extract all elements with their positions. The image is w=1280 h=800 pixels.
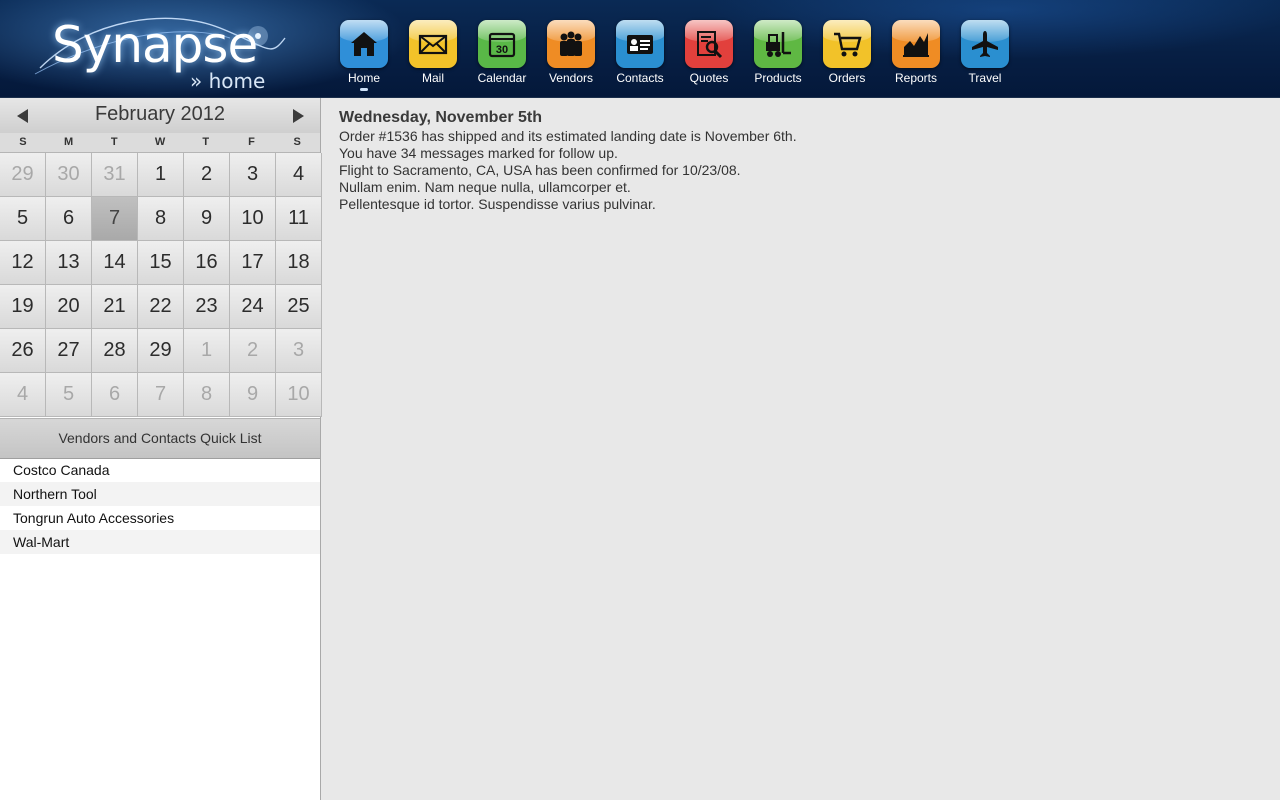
calendar-icon-text: 30 [496, 44, 508, 56]
calendar-day[interactable]: 25 [276, 285, 322, 329]
main-nav: Home Mail 30 Calendar Vendors Contacts Quotes P… [336, 20, 1026, 92]
nav-label: Travel [968, 71, 1002, 85]
sidebar: February 2012 SMTWTFS 29 30 31 1 2 3 4 5 6 7 8 9 10 1… [0, 98, 322, 800]
nav-label: Calendar [477, 71, 527, 85]
quotes-icon [685, 20, 733, 68]
chart-icon [892, 20, 940, 68]
quick-list: Costco Canada Northern Tool Tongrun Auto A… [0, 458, 320, 554]
logo-text: Synapse [52, 16, 258, 74]
weekday-label: T [202, 136, 210, 148]
calendar-day[interactable]: 8 [138, 197, 184, 241]
calendar-day[interactable]: 23 [184, 285, 230, 329]
synapse-logo[interactable]: Synapse » home [30, 8, 290, 93]
calendar-day[interactable]: 17 [230, 241, 276, 285]
quick-list-item[interactable]: Costco Canada [0, 458, 320, 482]
weekday-label: S [293, 136, 301, 148]
calendar-day[interactable]: 10 [276, 373, 322, 417]
calendar-day[interactable]: 12 [0, 241, 46, 285]
mail-icon [409, 20, 457, 68]
notification-line: Order #1536 has shipped and its estimate… [339, 128, 797, 144]
calendar-day[interactable]: 2 [230, 329, 276, 373]
nav-label: Quotes [689, 71, 729, 85]
contacts-icon [616, 20, 664, 68]
notification-line: Nullam enim. Nam neque nulla, ullamcorpe… [339, 179, 631, 195]
calendar-grid: 29 30 31 1 2 3 4 5 6 7 8 9 10 11 12 13 14 15 16 17 18 19 20 21 2… [0, 153, 322, 417]
calendar-day[interactable]: 28 [92, 329, 138, 373]
nav-label: Reports [894, 71, 938, 85]
calendar-day[interactable]: 5 [0, 197, 46, 241]
month-title: February 2012 [94, 103, 226, 125]
nav-label: Home [347, 71, 380, 85]
nav-label: Contacts [616, 71, 664, 85]
calendar-day[interactable]: 13 [46, 241, 92, 285]
calendar-day[interactable]: 9 [230, 373, 276, 417]
next-month-icon[interactable] [293, 109, 304, 123]
calendar-day[interactable]: 6 [92, 373, 138, 417]
calendar-day[interactable]: 2 [184, 153, 230, 197]
calendar-day[interactable]: 11 [276, 197, 322, 241]
weekday-label: M [63, 136, 74, 148]
calendar-day[interactable]: 24 [230, 285, 276, 329]
quick-list-title: Vendors and Contacts Quick List [0, 418, 320, 459]
forklift-icon [754, 20, 802, 68]
calendar-day[interactable]: 4 [276, 153, 322, 197]
weekday-label: F [248, 136, 255, 148]
calendar-day[interactable]: 6 [46, 197, 92, 241]
weekday-header: SMTWTFS [0, 133, 320, 153]
calendar-day[interactable]: 4 [0, 373, 46, 417]
nav-label: Orders [828, 71, 866, 85]
calendar-icon: 30 [478, 20, 526, 68]
quick-list-item[interactable]: Tongrun Auto Accessories [0, 506, 320, 530]
home-icon [340, 20, 388, 68]
nav-label: Mail [421, 71, 444, 85]
calendar-day-selected[interactable]: 7 [92, 197, 138, 241]
main-content: Wednesday, November 5th Order #1536 has … [339, 108, 1259, 213]
month-header: February 2012 [0, 98, 320, 133]
vendors-icon [547, 20, 595, 68]
calendar-day[interactable]: 20 [46, 285, 92, 329]
calendar-day[interactable]: 3 [230, 153, 276, 197]
cart-icon [823, 20, 871, 68]
notification-line: Flight to Sacramento, CA, USA has been c… [339, 162, 741, 178]
nav-label: Vendors [548, 71, 594, 85]
calendar-day[interactable]: 15 [138, 241, 184, 285]
calendar-day[interactable]: 1 [138, 153, 184, 197]
plane-icon [961, 20, 1009, 68]
quick-list-item[interactable]: Wal-Mart [0, 530, 320, 554]
calendar-day[interactable]: 3 [276, 329, 322, 373]
calendar-day[interactable]: 18 [276, 241, 322, 285]
calendar-day[interactable]: 10 [230, 197, 276, 241]
app-header: Synapse » home Home Mail 30 Calendar Vendors… [0, 0, 1280, 98]
calendar-day[interactable]: 31 [92, 153, 138, 197]
nav-label: Products [754, 71, 802, 85]
calendar-day[interactable]: 21 [92, 285, 138, 329]
calendar-day[interactable]: 22 [138, 285, 184, 329]
weekday-label: S [19, 136, 27, 148]
weekday-label: W [154, 136, 166, 148]
nav-travel[interactable]: Travel [957, 20, 1026, 92]
calendar-day[interactable]: 1 [184, 329, 230, 373]
active-indicator [360, 88, 368, 91]
calendar-day[interactable]: 5 [46, 373, 92, 417]
weekday-label: T [110, 136, 118, 148]
logo-subtitle: » home [190, 69, 266, 93]
date-heading: Wednesday, November 5th [339, 109, 543, 126]
calendar-day[interactable]: 26 [0, 329, 46, 373]
calendar-day[interactable]: 30 [46, 153, 92, 197]
notification-line: You have 34 messages marked for follow u… [339, 145, 618, 161]
notification-list: Order #1536 has shipped and its estimate… [339, 128, 1259, 213]
calendar-day[interactable]: 29 [0, 153, 46, 197]
calendar-day[interactable]: 27 [46, 329, 92, 373]
calendar-day[interactable]: 29 [138, 329, 184, 373]
calendar-day[interactable]: 14 [92, 241, 138, 285]
calendar-day[interactable]: 8 [184, 373, 230, 417]
notification-line: Pellentesque id tortor. Suspendisse vari… [339, 196, 656, 212]
calendar-day[interactable]: 16 [184, 241, 230, 285]
calendar-day[interactable]: 19 [0, 285, 46, 329]
calendar-day[interactable]: 7 [138, 373, 184, 417]
calendar-day[interactable]: 9 [184, 197, 230, 241]
quick-list-item[interactable]: Northern Tool [0, 482, 320, 506]
